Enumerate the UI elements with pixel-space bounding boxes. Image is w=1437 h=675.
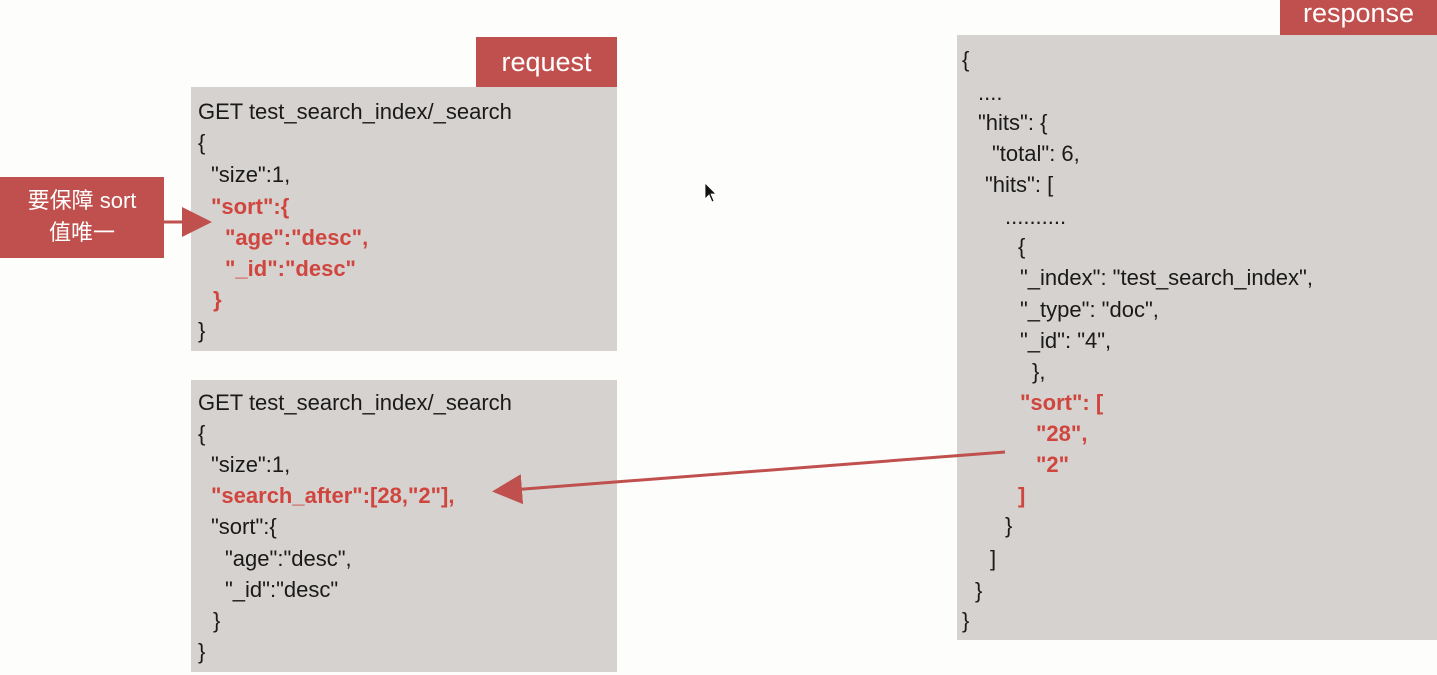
search-after-arrow: [492, 450, 1006, 505]
arrows-layer: [164, 182, 1006, 505]
mouse-cursor-icon: [704, 182, 717, 203]
